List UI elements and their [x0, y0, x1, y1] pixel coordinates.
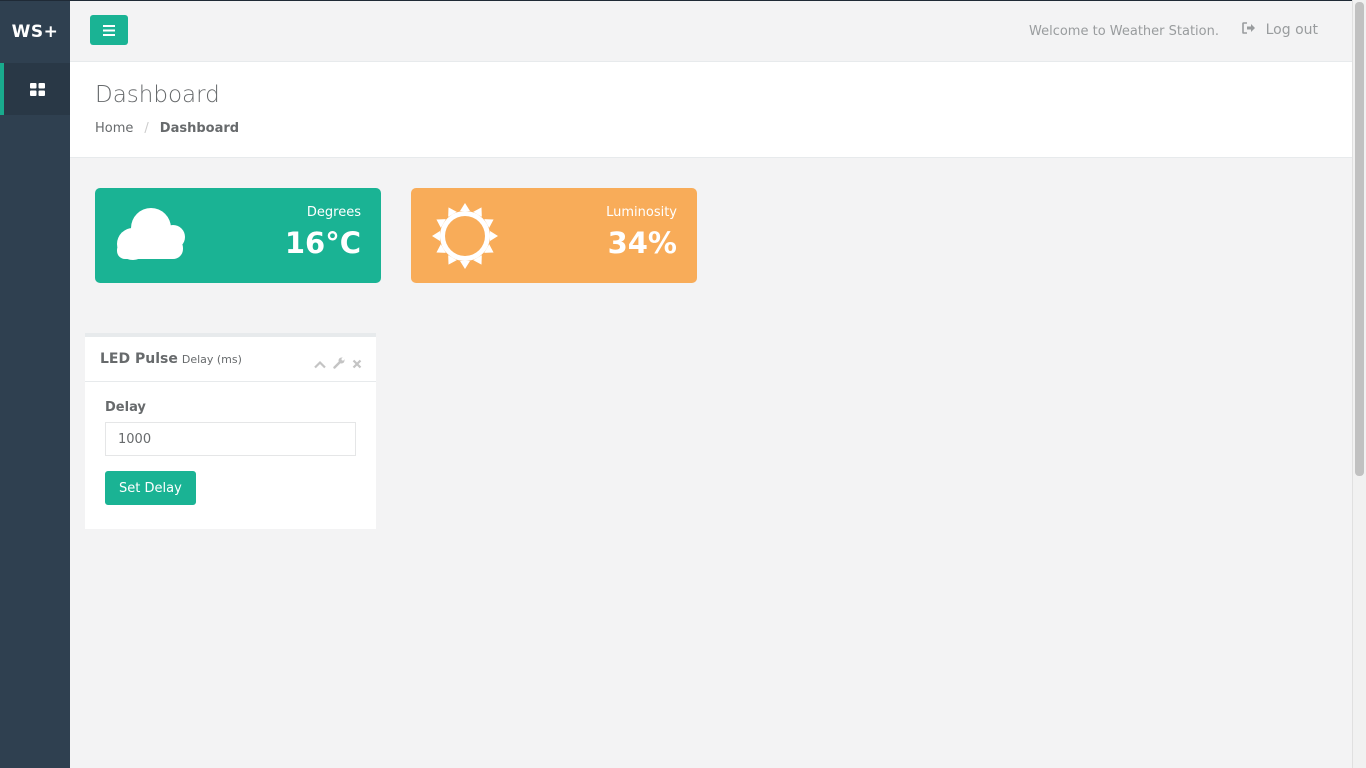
wrench-icon[interactable] — [333, 354, 345, 373]
panel-body: Delay Set Delay — [85, 382, 376, 505]
brand-logo[interactable]: WS+ — [0, 1, 70, 63]
welcome-message: Welcome to Weather Station. — [1029, 24, 1219, 39]
led-pulse-panel: LED Pulse Delay (ms) Delay Set Delay — [85, 333, 376, 529]
logout-link[interactable]: Log out — [1241, 22, 1318, 38]
breadcrumb-current: Dashboard — [159, 121, 240, 136]
degrees-value: 16°C — [284, 226, 361, 260]
delay-label: Delay — [105, 400, 146, 415]
degrees-label: Degrees — [306, 205, 361, 220]
scrollbar-thumb[interactable] — [1355, 2, 1364, 476]
close-icon[interactable] — [352, 354, 362, 373]
panel-title: LED Pulse Delay (ms) — [100, 351, 242, 367]
delay-input[interactable] — [105, 422, 356, 456]
luminosity-widget: Luminosity 34% — [411, 188, 697, 283]
cloud-icon — [113, 202, 187, 266]
page-heading: Dashboard Home / Dashboard — [70, 62, 1353, 158]
set-delay-button[interactable]: Set Delay — [105, 471, 196, 505]
sun-icon — [429, 202, 499, 274]
panel-header: LED Pulse Delay (ms) — [85, 337, 376, 382]
sidebar: WS+ — [0, 0, 70, 768]
dashboard-grid-icon — [29, 82, 45, 96]
top-navbar: Welcome to Weather Station. Log out — [70, 0, 1353, 62]
breadcrumb-separator: / — [144, 121, 149, 136]
logout-label: Log out — [1265, 22, 1318, 38]
sidebar-item-dashboard[interactable] — [0, 63, 70, 115]
luminosity-value: 34% — [607, 226, 677, 260]
luminosity-label: Luminosity — [606, 205, 677, 220]
panel-subtitle: Delay (ms) — [181, 353, 242, 366]
breadcrumb: Home / Dashboard — [95, 121, 239, 136]
hamburger-icon — [103, 21, 115, 40]
page-title: Dashboard — [95, 82, 220, 108]
sign-out-icon — [1241, 22, 1266, 38]
panel-title-text: LED Pulse — [100, 351, 178, 367]
panel-tools — [314, 354, 362, 373]
breadcrumb-home[interactable]: Home — [95, 121, 133, 136]
degrees-widget: Degrees 16°C — [95, 188, 381, 283]
chevron-up-icon[interactable] — [314, 354, 326, 373]
menu-toggle-button[interactable] — [90, 15, 128, 45]
page-scrollbar[interactable] — [1352, 0, 1366, 768]
